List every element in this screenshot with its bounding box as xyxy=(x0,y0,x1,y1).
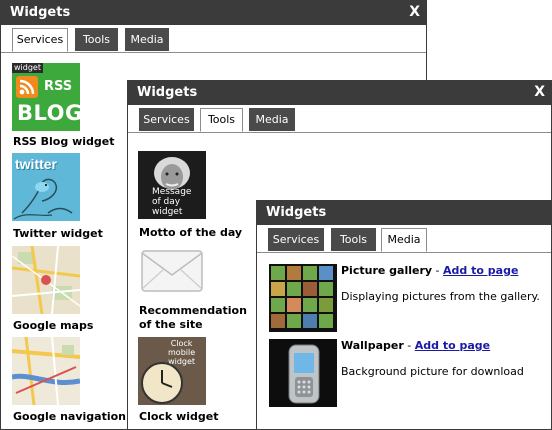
envelope-icon xyxy=(141,250,203,292)
rss-blog-label[interactable]: RSS Blog widget xyxy=(13,135,114,149)
tab-media[interactable]: Media xyxy=(249,108,295,131)
tab-tools[interactable]: Tools xyxy=(75,28,118,51)
rss-icon xyxy=(16,76,38,98)
tab-media[interactable]: Media xyxy=(125,28,169,51)
recommendation-label[interactable]: Recommendation of the site xyxy=(139,304,247,332)
twitter-label[interactable]: Twitter widget xyxy=(13,227,103,241)
widgets-window-media: Widgets Services Tools Media Picture gal… xyxy=(256,200,552,430)
google-navigation-label[interactable]: Google navigation xyxy=(13,410,126,424)
window-title: Widgets xyxy=(266,205,327,220)
add-to-page-link[interactable]: Add to page xyxy=(443,264,518,277)
wallpaper-thumbnail[interactable] xyxy=(269,339,337,407)
title-bar[interactable]: Widgets X xyxy=(1,1,426,25)
motto-caption: Message of day widget xyxy=(152,187,192,217)
title-bar[interactable]: Widgets X xyxy=(128,81,551,105)
wallpaper-title: Wallpaper xyxy=(341,339,404,352)
recommendation-thumbnail[interactable] xyxy=(138,245,206,297)
tab-services[interactable]: Services xyxy=(12,28,68,52)
window-title: Widgets xyxy=(10,5,71,20)
rss-text: RSS xyxy=(44,79,73,94)
clock-icon xyxy=(141,362,183,404)
separator: - xyxy=(432,264,444,277)
bird-icon xyxy=(13,178,73,220)
picture-gallery-title: Picture gallery xyxy=(341,264,433,277)
picture-gallery-description: Displaying pictures from the gallery. xyxy=(341,290,540,303)
tab-services[interactable]: Services xyxy=(268,228,324,251)
google-maps-label[interactable]: Google maps xyxy=(13,319,93,333)
clock-label[interactable]: Clock widget xyxy=(139,410,218,424)
tab-bar: Services Tools Media xyxy=(1,25,426,53)
clock-thumbnail[interactable]: Clock mobile widget xyxy=(138,337,206,405)
motto-thumbnail[interactable]: Message of day widget xyxy=(138,151,206,219)
picture-gallery-title-row: Picture gallery - Add to page xyxy=(341,264,518,278)
photo-grid-icon xyxy=(271,266,333,328)
wallpaper-description: Background picture for download xyxy=(341,365,524,378)
close-icon[interactable]: X xyxy=(409,4,420,20)
blog-text: BLOG xyxy=(17,101,80,125)
title-bar[interactable]: Widgets xyxy=(257,201,551,225)
tab-tools[interactable]: Tools xyxy=(200,108,243,132)
widget-badge: widget xyxy=(12,63,43,73)
separator: - xyxy=(403,339,415,352)
close-icon[interactable]: X xyxy=(534,84,545,100)
tab-bar: Services Tools Media xyxy=(257,225,551,253)
rss-blog-thumbnail[interactable]: widget RSS BLOG xyxy=(12,63,80,131)
wallpaper-title-row: Wallpaper - Add to page xyxy=(341,339,490,353)
add-to-page-link[interactable]: Add to page xyxy=(415,339,490,352)
google-navigation-thumbnail[interactable] xyxy=(12,337,80,405)
tab-services[interactable]: Services xyxy=(139,108,194,131)
twitter-thumbnail[interactable]: twitter xyxy=(12,153,80,221)
window-title: Widgets xyxy=(137,85,198,100)
tab-media[interactable]: Media xyxy=(381,228,427,252)
motto-label[interactable]: Motto of the day xyxy=(139,226,242,240)
tab-tools[interactable]: Tools xyxy=(331,228,376,251)
twitter-logo: twitter xyxy=(15,156,57,172)
picture-gallery-thumbnail[interactable] xyxy=(269,264,337,332)
mobile-phone-icon xyxy=(288,344,320,404)
tab-bar: Services Tools Media xyxy=(128,105,551,133)
google-maps-thumbnail[interactable] xyxy=(12,246,80,314)
